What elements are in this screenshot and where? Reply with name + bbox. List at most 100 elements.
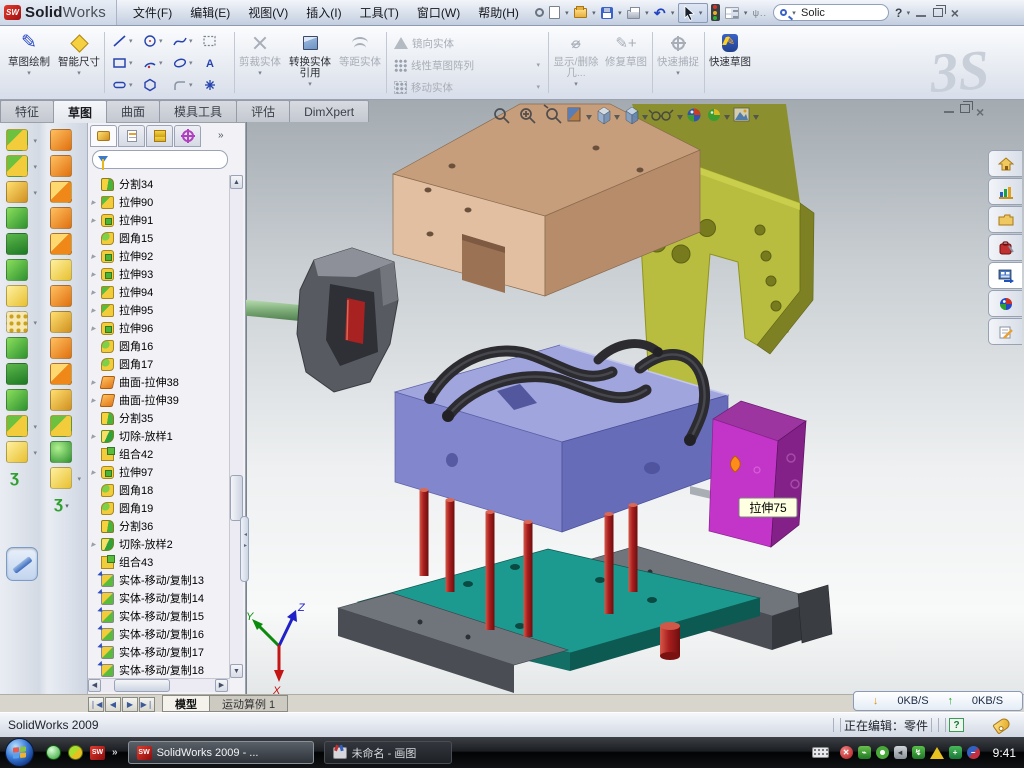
- menu-window[interactable]: 窗口(W): [409, 1, 468, 24]
- toolbar-icon[interactable]: [50, 389, 72, 411]
- scroll-left-button[interactable]: ◀: [88, 679, 101, 692]
- tab-evaluate[interactable]: 评估: [236, 100, 290, 122]
- tree-item[interactable]: 拉伸90: [88, 193, 230, 211]
- tree-item[interactable]: 实体-移动/复制15: [88, 607, 230, 625]
- filter-box[interactable]: [92, 150, 228, 169]
- tree-item[interactable]: 圆角15: [88, 229, 230, 247]
- tree-item[interactable]: 实体-移动/复制18: [88, 661, 230, 678]
- tree-item[interactable]: 拉伸95: [88, 301, 230, 319]
- toolbar-icon[interactable]: [50, 363, 72, 385]
- quick-tips-icon[interactable]: ?: [949, 718, 964, 732]
- mirror-ent-button[interactable]: 镜向实体: [394, 34, 454, 52]
- select-icon[interactable]: ▾: [678, 3, 708, 23]
- toolbar-icon[interactable]: [50, 181, 72, 203]
- trim-ent-button[interactable]: 剪裁实体▾: [238, 30, 282, 96]
- new-icon[interactable]: [547, 3, 562, 23]
- tree-item[interactable]: 曲面-拉伸39: [88, 391, 230, 409]
- scroll-down-button[interactable]: ▼: [230, 664, 243, 678]
- close-button[interactable]: ×: [946, 5, 963, 21]
- view-palette-tab[interactable]: [988, 262, 1022, 289]
- toolbar-icon[interactable]: [50, 415, 72, 437]
- toolbar-icon[interactable]: [6, 259, 28, 281]
- rebuild-icon[interactable]: ψ..: [751, 3, 769, 23]
- spline-icon[interactable]: ▾: [170, 30, 200, 52]
- pin-icon[interactable]: [533, 3, 546, 23]
- toolbar-icon[interactable]: [6, 389, 28, 411]
- menu-edit[interactable]: 编辑(E): [182, 1, 238, 24]
- featuremanager-tab[interactable]: [90, 125, 117, 147]
- toolbar-icon[interactable]: [50, 285, 72, 307]
- toolbar-icon[interactable]: [50, 311, 72, 333]
- rapid-sketch-button[interactable]: 快速草图: [708, 30, 752, 96]
- ball-blue-red-icon[interactable]: −: [967, 746, 980, 759]
- menu-tools[interactable]: 工具(T): [352, 1, 407, 24]
- move-ent-button[interactable]: 移动实体▾: [394, 78, 540, 96]
- tree-item[interactable]: 实体-移动/复制17: [88, 643, 230, 661]
- undo-icon[interactable]: ↶: [652, 3, 668, 23]
- toolbar-icon[interactable]: ▾: [6, 129, 28, 151]
- configurationmanager-tab[interactable]: [146, 125, 173, 147]
- tab-dimxpert[interactable]: DimXpert: [289, 100, 369, 122]
- tree-item[interactable]: 分割34: [88, 175, 230, 193]
- tree-item[interactable]: 拉伸92: [88, 247, 230, 265]
- tree-vertical-scrollbar[interactable]: ▲ ▼: [229, 175, 243, 678]
- scroll-up-button[interactable]: ▲: [230, 175, 243, 189]
- quick-launch-chevron[interactable]: »: [112, 747, 118, 758]
- warning-icon[interactable]: [930, 747, 944, 759]
- tree-item[interactable]: 拉伸91: [88, 211, 230, 229]
- toolbar-icon[interactable]: ▾: [6, 311, 28, 333]
- sketch-fillet-icon[interactable]: ▾: [170, 74, 200, 96]
- dimxpertmanager-tab[interactable]: [174, 125, 201, 147]
- convert-ent-button[interactable]: 转换实体引用▾: [286, 30, 334, 96]
- save-icon[interactable]: [599, 3, 615, 23]
- smart-dimension-button[interactable]: 智能尺寸▾: [56, 30, 102, 96]
- tree-item[interactable]: 实体-移动/复制13: [88, 571, 230, 589]
- quick-snaps-button[interactable]: 快速捕捉▾: [656, 30, 700, 96]
- doc-restore-button[interactable]: [960, 104, 970, 120]
- menu-insert[interactable]: 插入(I): [298, 1, 349, 24]
- propertymanager-tab[interactable]: [118, 125, 145, 147]
- gray-gripper-block[interactable]: [297, 248, 398, 392]
- doc-minimize-button[interactable]: [944, 104, 954, 120]
- display-delete-relations-button[interactable]: ⌀̶ 显示/删除几...▾: [552, 30, 600, 96]
- first-tab-button[interactable]: ❘◀: [88, 697, 104, 712]
- doc-close-button[interactable]: ×: [976, 104, 984, 120]
- tab-sketch[interactable]: 草图: [53, 100, 107, 123]
- tree-item[interactable]: 拉伸97: [88, 463, 230, 481]
- menu-help[interactable]: 帮助(H): [470, 1, 527, 24]
- custom-properties-tab[interactable]: [988, 318, 1022, 345]
- toolbar-icon[interactable]: [6, 363, 28, 385]
- home-tab[interactable]: [988, 150, 1022, 177]
- options-icon[interactable]: [723, 3, 741, 23]
- model-canvas[interactable]: Y Z X 拉伸75: [246, 100, 1024, 694]
- solidworks-icon[interactable]: SW: [90, 746, 105, 760]
- restore-button[interactable]: [929, 6, 946, 20]
- polygon-icon[interactable]: [140, 74, 170, 96]
- tree-item[interactable]: 拉伸94: [88, 283, 230, 301]
- sketch-button[interactable]: ✎ 草图绘制▾: [6, 30, 52, 96]
- shield-plus-icon[interactable]: +: [949, 746, 962, 759]
- magenta-block[interactable]: [709, 401, 806, 547]
- tree-item[interactable]: 分割36: [88, 517, 230, 535]
- tree-item[interactable]: 切除-放样2: [88, 535, 230, 553]
- scroll-thumb[interactable]: [230, 475, 243, 521]
- circle-icon[interactable]: ▾: [140, 30, 170, 52]
- tree-item[interactable]: 圆角18: [88, 481, 230, 499]
- next-tab-button[interactable]: ▶: [122, 697, 138, 712]
- toolbar-icon[interactable]: [50, 207, 72, 229]
- toolbar-icon[interactable]: [6, 233, 28, 255]
- text-icon[interactable]: A: [200, 52, 230, 74]
- toolbar-icon[interactable]: [50, 259, 72, 281]
- start-button[interactable]: [5, 738, 34, 767]
- toolbar-icon[interactable]: [50, 441, 72, 463]
- sync-icon[interactable]: ↯: [912, 746, 925, 759]
- tree-item[interactable]: 组合42: [88, 445, 230, 463]
- last-tab-button[interactable]: ▶❘: [139, 697, 155, 712]
- arc-icon[interactable]: ▾: [140, 52, 170, 74]
- model-tab[interactable]: 模型: [162, 695, 210, 712]
- tab-mold-tools[interactable]: 模具工具: [159, 100, 237, 122]
- antivirus-icon[interactable]: ✕: [840, 746, 853, 759]
- toolbar-icon[interactable]: [6, 207, 28, 229]
- point-icon[interactable]: [200, 74, 230, 96]
- offset-ent-button[interactable]: 等距实体: [338, 30, 382, 96]
